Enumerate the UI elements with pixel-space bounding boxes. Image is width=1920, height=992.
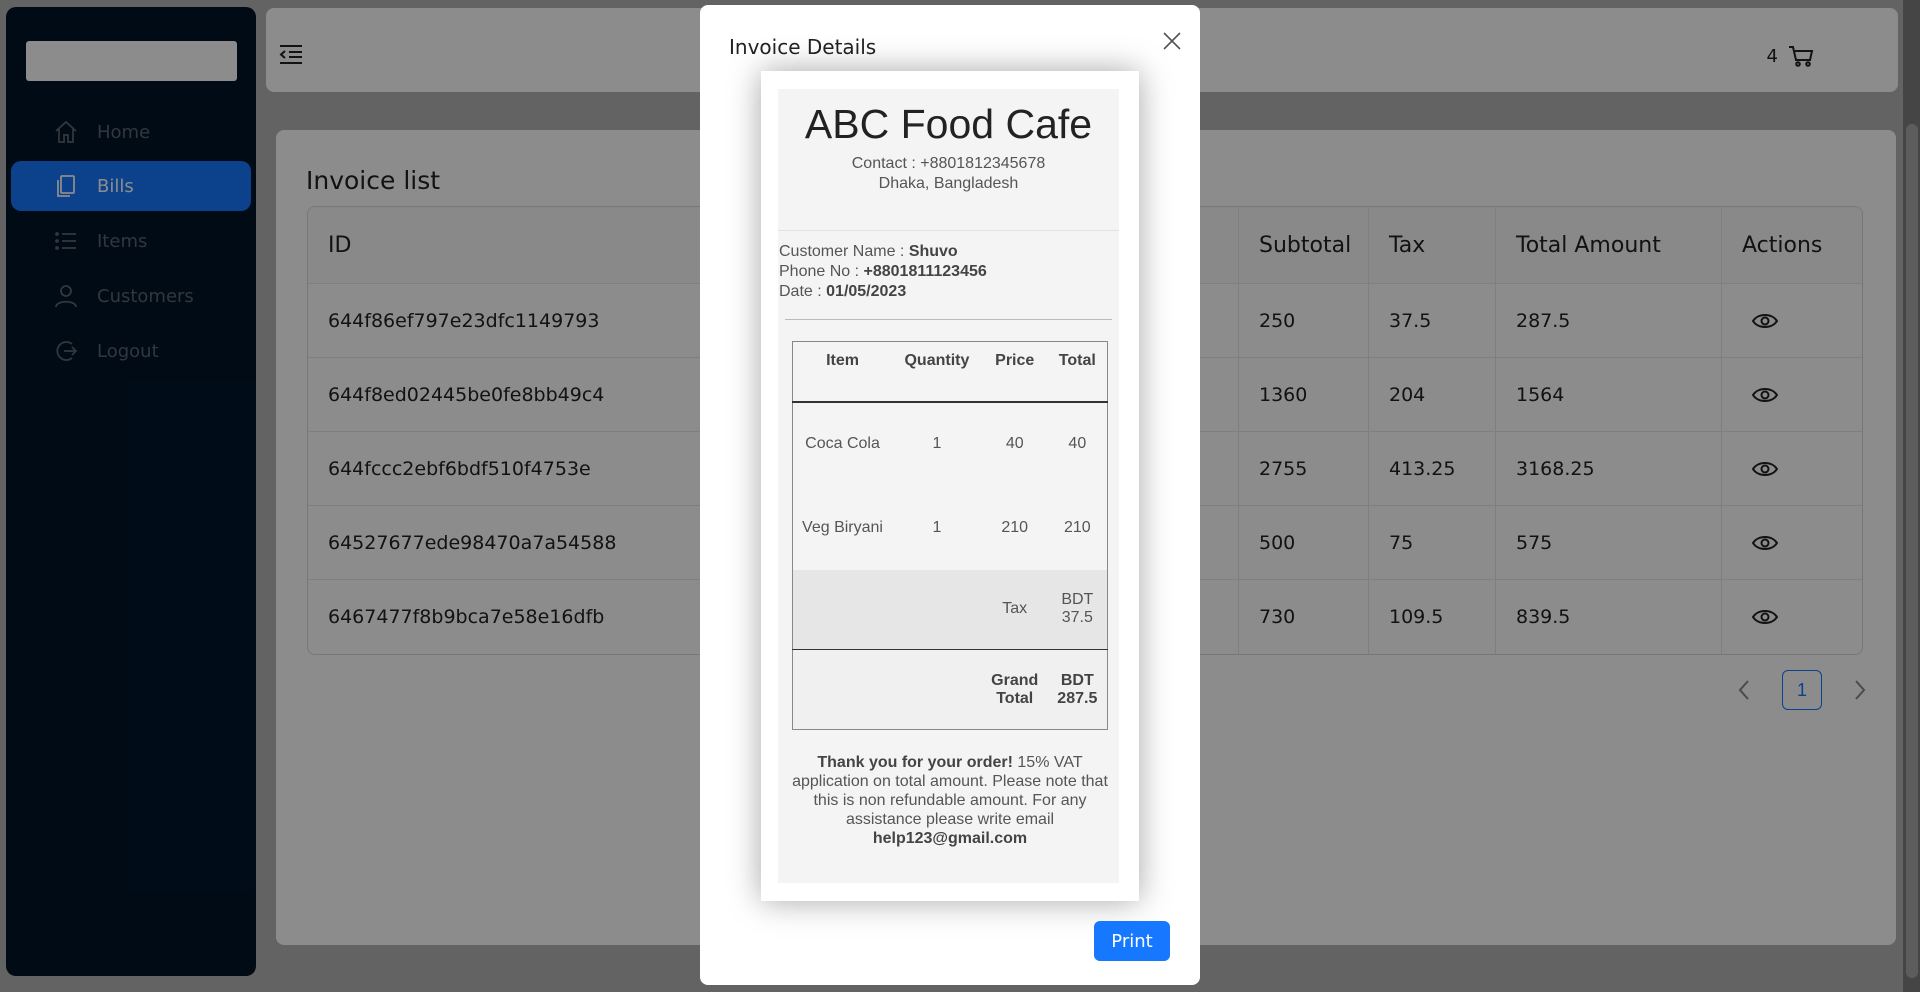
date-label: Date : bbox=[779, 283, 827, 300]
close-icon bbox=[1163, 32, 1181, 50]
cafe-address: Dhaka, Bangladesh bbox=[878, 175, 1019, 192]
modal-title: Invoice Details bbox=[729, 35, 877, 59]
item-qty: 1 bbox=[892, 485, 982, 570]
customer-phone: +8801811123456 bbox=[863, 263, 987, 280]
close-button[interactable] bbox=[1156, 25, 1188, 57]
invoice-date: 01/05/2023 bbox=[826, 283, 907, 300]
receipt: ABC Food Cafe Contact : +8801812345678 D… bbox=[778, 89, 1119, 883]
customer-info: Customer Name : Shuvo Phone No : +880181… bbox=[779, 242, 987, 302]
customer-name: Shuvo bbox=[908, 243, 958, 260]
customer-name-label: Customer Name : bbox=[779, 243, 909, 260]
cafe-contact: Contact : +8801812345678 bbox=[851, 155, 1046, 172]
grand-total-label: Grand Total bbox=[981, 649, 1048, 730]
item-qty: 1 bbox=[892, 401, 982, 486]
column-header-quantity: Quantity bbox=[892, 341, 982, 403]
print-button[interactable]: Print bbox=[1094, 921, 1170, 961]
item-price: 210 bbox=[981, 485, 1048, 570]
receipt-footer: Thank you for your order! 15% VAT applic… bbox=[792, 753, 1108, 848]
support-email: help123@gmail.com bbox=[872, 830, 1028, 847]
thanks-text: Thank you for your order! bbox=[817, 754, 1013, 771]
tax-label: Tax bbox=[981, 569, 1048, 650]
tax-value: BDT 37.5 bbox=[1047, 569, 1108, 650]
grand-total-value: BDT 287.5 bbox=[1047, 649, 1108, 730]
column-header-item: Item bbox=[792, 341, 893, 403]
phone-label: Phone No : bbox=[779, 263, 864, 280]
cafe-name: ABC Food Cafe bbox=[804, 101, 1093, 147]
grand-total-row: Grand Total BDT 287.5 bbox=[792, 649, 1108, 730]
item-name: Coca Cola bbox=[792, 401, 893, 486]
items-header: Item Quantity Price Total bbox=[792, 341, 1108, 403]
receipt-container: ABC Food Cafe Contact : +8801812345678 D… bbox=[761, 71, 1139, 901]
column-header-price: Price bbox=[981, 341, 1048, 403]
item-name: Veg Biryani bbox=[792, 485, 893, 570]
item-row: Veg Biryani 1 210 210 bbox=[792, 485, 1108, 570]
invoice-modal: Invoice Details ABC Food Cafe Contact : … bbox=[700, 5, 1200, 985]
column-header-total: Total bbox=[1047, 341, 1108, 403]
item-total: 210 bbox=[1047, 485, 1108, 570]
receipt-header: ABC Food Cafe Contact : +8801812345678 D… bbox=[778, 89, 1119, 231]
item-row: Coca Cola 1 40 40 bbox=[792, 401, 1108, 486]
tax-row: Tax BDT 37.5 bbox=[792, 569, 1108, 650]
divider bbox=[785, 319, 1112, 320]
item-total: 40 bbox=[1047, 401, 1108, 486]
items-table: Item Quantity Price Total Coca Cola 1 40… bbox=[792, 341, 1108, 730]
item-price: 40 bbox=[981, 401, 1048, 486]
